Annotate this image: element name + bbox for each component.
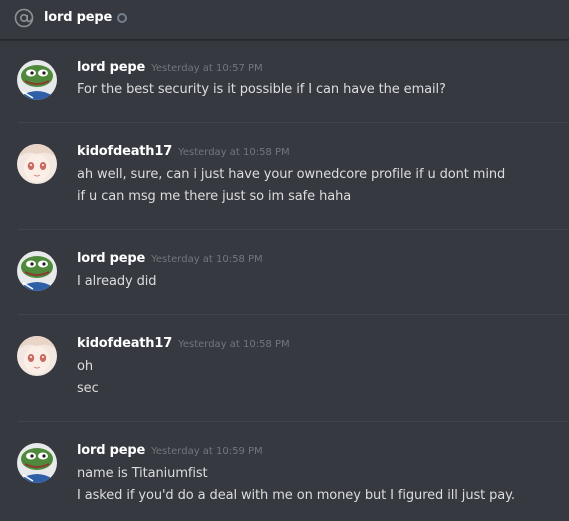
message-divider	[18, 421, 569, 422]
message-author[interactable]: lord pepe Yesterday at 10:59 PM	[77, 443, 263, 458]
channel-header: lord pepe	[0, 0, 569, 40]
message-text: I already did	[77, 274, 157, 289]
message-timestamp: Yesterday at 10:58 PM	[151, 254, 263, 265]
pepe-avatar-icon[interactable]	[17, 443, 57, 483]
author-name[interactable]: kidofdeath17	[77, 144, 172, 159]
author-name[interactable]: kidofdeath17	[77, 336, 172, 351]
message-author[interactable]: lord pepe Yesterday at 10:57 PM	[77, 60, 263, 75]
pepe-avatar-icon[interactable]	[17, 60, 57, 100]
message-author[interactable]: kidofdeath17 Yesterday at 10:58 PM	[77, 144, 290, 159]
message-timestamp: Yesterday at 10:58 PM	[178, 147, 290, 158]
message-text: For the best security is it possible if …	[77, 82, 446, 97]
author-name[interactable]: lord pepe	[77, 443, 145, 458]
message-text: I asked if you'd do a deal with me on mo…	[77, 488, 515, 503]
message-timestamp: Yesterday at 10:58 PM	[178, 339, 290, 350]
pepe-avatar-icon[interactable]	[17, 251, 57, 291]
message-author[interactable]: lord pepe Yesterday at 10:58 PM	[77, 251, 263, 266]
anime-avatar-icon[interactable]	[17, 144, 57, 184]
channel-title: lord pepe	[44, 10, 113, 25]
message-timestamp: Yesterday at 10:57 PM	[151, 63, 263, 74]
message-text: sec	[77, 381, 99, 396]
message-divider	[18, 122, 569, 123]
message-text: oh	[77, 359, 93, 374]
message-divider	[18, 314, 569, 315]
message-text: if u can msg me there just so im safe ha…	[77, 189, 352, 204]
message-text: name is Titaniumfist	[77, 466, 208, 481]
message-timestamp: Yesterday at 10:59 PM	[151, 446, 263, 457]
anime-avatar-icon[interactable]	[17, 336, 57, 376]
message-divider	[18, 229, 569, 230]
message-text: ah well, sure, can i just have your owne…	[77, 167, 506, 182]
author-name[interactable]: lord pepe	[77, 251, 145, 266]
author-name[interactable]: lord pepe	[77, 60, 145, 75]
at-sign-icon	[14, 8, 34, 28]
message-author[interactable]: kidofdeath17 Yesterday at 10:58 PM	[77, 336, 290, 351]
status-indicator-icon	[117, 13, 127, 23]
